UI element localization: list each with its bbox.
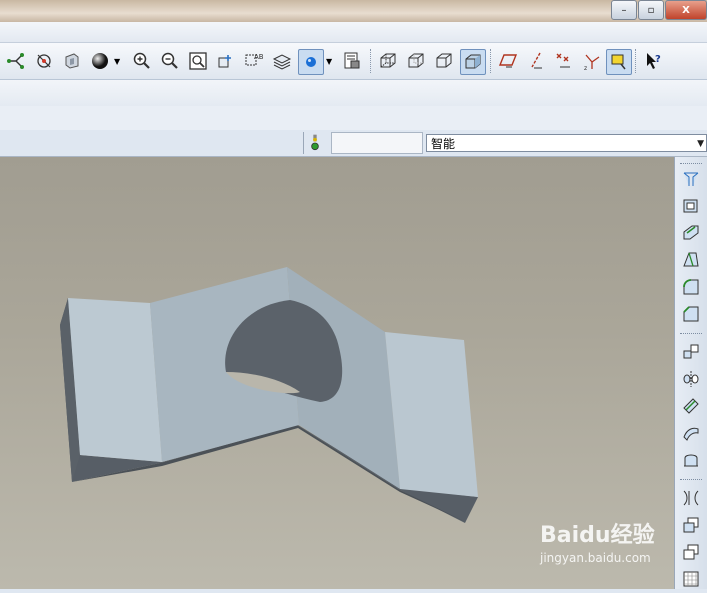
toolbar-separator [680, 479, 702, 481]
extend-icon[interactable] [679, 448, 703, 472]
svg-text:z: z [584, 65, 587, 71]
regeneration-status-icon[interactable] [303, 132, 326, 154]
selection-filter-dropdown[interactable]: 智能 ▼ [426, 134, 707, 152]
rib-icon[interactable] [679, 221, 703, 245]
shaded-icon[interactable] [460, 49, 486, 75]
hidden-line-icon[interactable] [404, 49, 428, 73]
maximize-button[interactable]: ▫ [638, 0, 664, 20]
context-help-icon[interactable]: ? [642, 49, 666, 73]
datum-display-icon[interactable] [4, 49, 28, 73]
svg-text:?: ? [655, 54, 661, 65]
reorient-icon[interactable] [214, 49, 238, 73]
close-button[interactable]: X [665, 0, 707, 20]
datum-planes-icon[interactable] [496, 49, 520, 73]
chamfer-icon[interactable] [679, 302, 703, 326]
merge-icon[interactable] [679, 394, 703, 418]
window-controls: – ▫ X [611, 0, 707, 20]
appearance-icon[interactable] [298, 49, 324, 75]
watermark-url: jingyan.baidu.com [540, 551, 651, 565]
intersect-icon[interactable] [679, 513, 703, 537]
zoom-in-icon[interactable] [130, 49, 154, 73]
menu-bar [0, 22, 707, 43]
saved-views-icon[interactable] [60, 49, 84, 73]
draft-icon[interactable] [679, 248, 703, 272]
pattern-icon[interactable] [679, 340, 703, 364]
part-left-top-face [68, 298, 162, 462]
feature-toolbar [674, 157, 707, 589]
mirror-icon[interactable] [679, 367, 703, 391]
zoom-out-icon[interactable] [158, 49, 182, 73]
offset-icon[interactable] [679, 486, 703, 510]
minimize-icon: – [621, 4, 627, 16]
appearance-dropdown-arrow-icon[interactable]: ▼ [326, 57, 332, 66]
hole-icon[interactable] [679, 167, 703, 191]
message-area [0, 106, 707, 130]
main-toolbar: ▼ AB ▼ z ? [0, 43, 707, 80]
selection-filter-value: 智能 [431, 137, 456, 151]
thicken-icon[interactable] [679, 567, 703, 591]
datum-points-icon[interactable] [552, 49, 576, 73]
datum-axes-icon[interactable] [524, 49, 548, 73]
toolbar-separator [680, 163, 702, 165]
minimize-button[interactable]: – [611, 0, 637, 20]
chevron-down-icon: ▼ [697, 139, 704, 149]
status-filter-bar: 智能 ▼ [0, 130, 707, 157]
annotation-display-icon[interactable]: AB [242, 49, 266, 73]
layers-icon[interactable] [270, 49, 294, 73]
spin-center-toggle-icon[interactable] [606, 49, 632, 75]
refit-icon[interactable] [186, 49, 210, 73]
status-field [331, 132, 423, 154]
spin-center-icon[interactable] [32, 49, 56, 73]
close-icon: X [682, 4, 690, 16]
graphics-viewport[interactable]: Baidu经验 jingyan.baidu.com [0, 157, 674, 589]
secondary-toolbar-area [0, 80, 707, 106]
toolbar-separator [490, 49, 492, 73]
trim-icon[interactable] [679, 421, 703, 445]
coordinate-systems-icon[interactable]: z [580, 49, 604, 73]
part-right-top-face [385, 332, 478, 497]
toolbar-separator [635, 49, 637, 73]
shell-icon[interactable] [679, 194, 703, 218]
toolbar-separator [680, 333, 702, 335]
svg-text:AB: AB [254, 53, 264, 61]
no-hidden-icon[interactable] [432, 49, 456, 73]
window-titlebar: – ▫ X [0, 0, 707, 22]
shading-dropdown-arrow-icon[interactable]: ▼ [114, 57, 120, 66]
solidify-icon[interactable] [679, 540, 703, 564]
toolbar-separator [370, 49, 372, 73]
watermark-logo: Baidu经验 [540, 523, 655, 548]
maximize-icon: ▫ [647, 4, 655, 16]
wireframe-icon[interactable] [376, 49, 400, 73]
shading-icon[interactable] [88, 49, 112, 73]
round-icon[interactable] [679, 275, 703, 299]
baidu-watermark: Baidu经验 jingyan.baidu.com [540, 517, 655, 565]
view-manager-icon[interactable] [340, 49, 364, 73]
